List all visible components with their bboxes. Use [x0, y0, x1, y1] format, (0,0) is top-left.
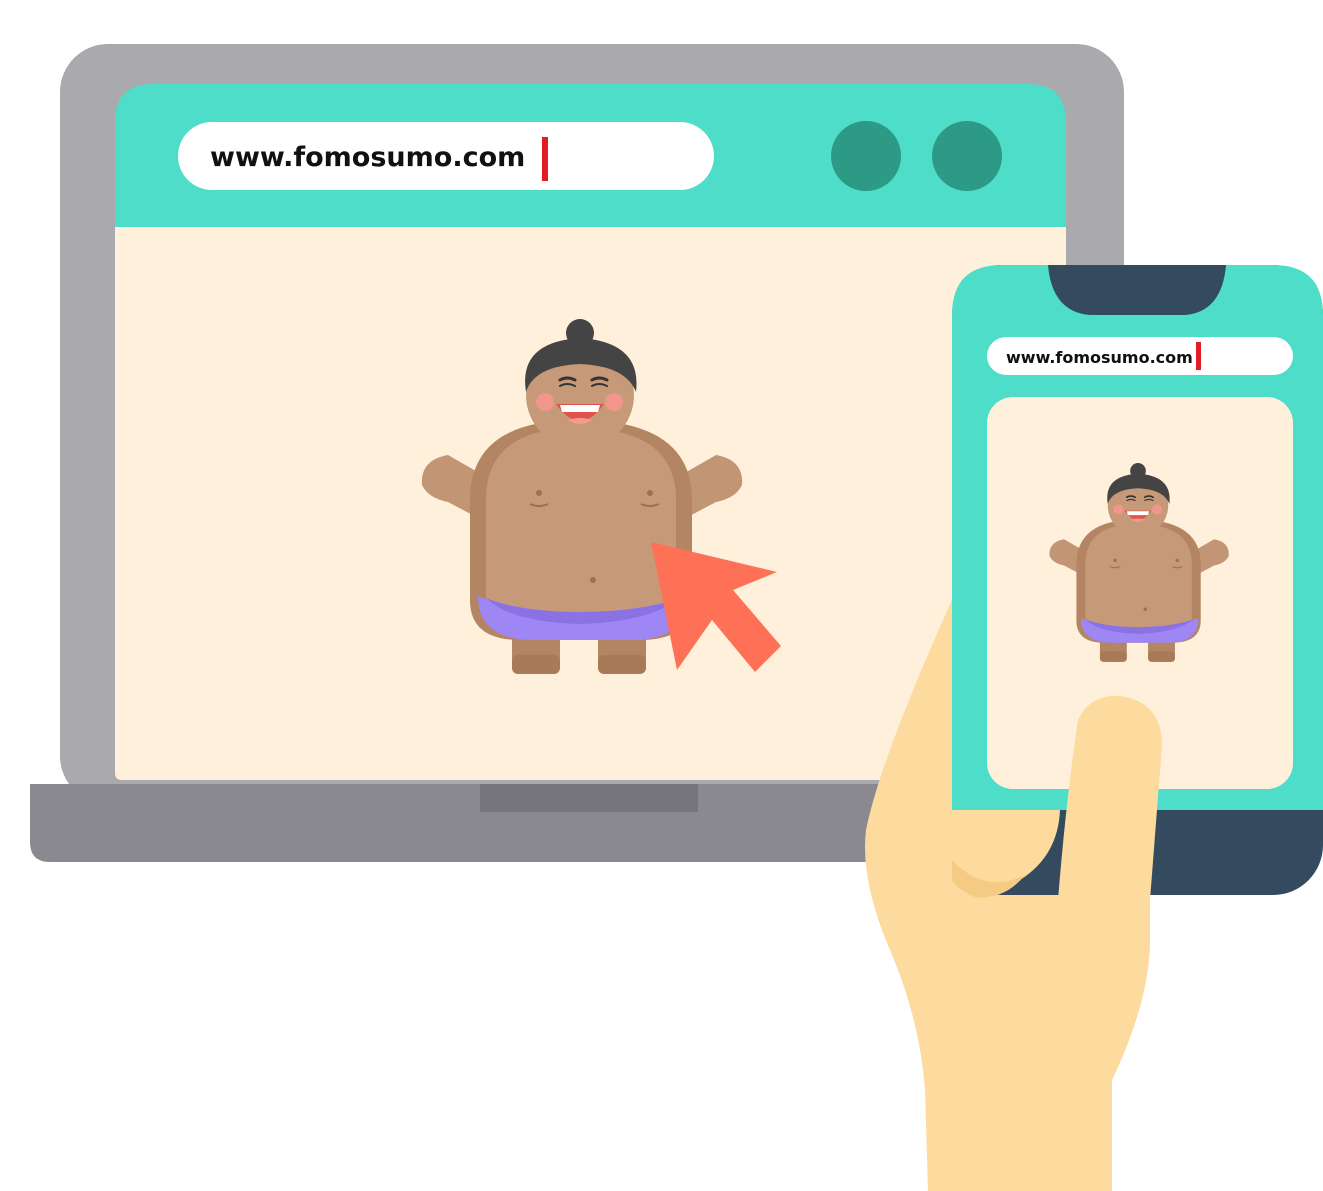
window-button-1[interactable] — [831, 121, 901, 191]
laptop-hinge-notch — [480, 784, 698, 812]
device-scene: www.fomosumo.com www.fomosumo.com — [30, 44, 1323, 1191]
address-bar-url: www.fomosumo.com — [210, 142, 525, 173]
window-button-2[interactable] — [932, 121, 1002, 191]
address-bar[interactable]: www.fomosumo.com — [178, 122, 714, 190]
text-cursor — [542, 137, 548, 181]
phone-address-bar-url: www.fomosumo.com — [1006, 348, 1193, 367]
phone-address-bar[interactable]: www.fomosumo.com — [987, 337, 1293, 375]
phone-text-cursor — [1196, 342, 1201, 370]
